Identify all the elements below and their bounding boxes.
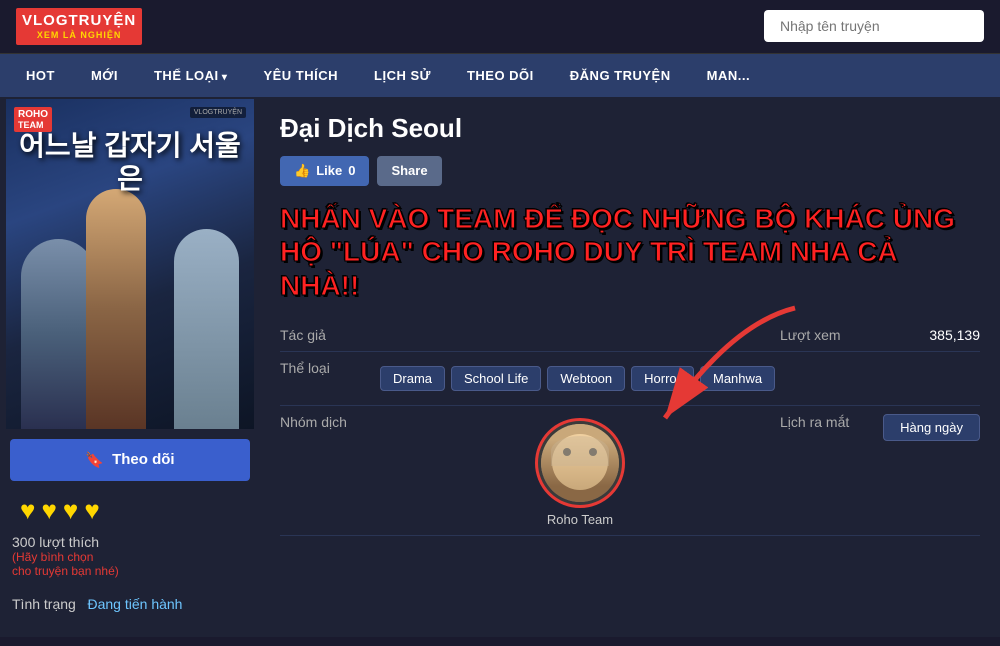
genre-label: Thể loại	[280, 360, 380, 376]
logo-top-text: VLOGTRUYỆN	[22, 12, 136, 30]
team-avatar-circle[interactable]	[535, 418, 625, 508]
likes-hint[interactable]: (Hãy bình chọn cho truyện bạn nhé)	[12, 550, 119, 578]
manga-cover: 어느날 갑자기 서울은 ROHO TEAM VLOGTRUYỆN	[6, 99, 254, 429]
cover-watermark: VLOGTRUYỆN	[190, 107, 246, 118]
team-name: Roho Team	[547, 512, 613, 527]
red-arrow-svg	[615, 298, 815, 438]
heart-2[interactable]: ♥	[41, 495, 56, 526]
sidebar: 어느날 갑자기 서울은 ROHO TEAM VLOGTRUYỆN 🔖 Theo …	[0, 97, 260, 637]
logo-area[interactable]: VLOGTRUYỆN XEM LÀ NGHIỆN	[16, 8, 142, 45]
nav-favorites[interactable]: YÊU THÍCH	[245, 54, 356, 97]
header: VLOGTRUYỆN XEM LÀ NGHIỆN	[0, 0, 1000, 54]
group-label: Nhóm dịch	[280, 414, 380, 430]
nav-history[interactable]: LỊCH SỬ	[356, 54, 449, 97]
thumbs-up-icon: 👍	[294, 163, 310, 179]
main-content: 어느날 갑자기 서울은 ROHO TEAM VLOGTRUYỆN 🔖 Theo …	[0, 97, 1000, 637]
logo-bottom-text: XEM LÀ NGHIỆN	[22, 30, 136, 41]
likes-info: 300 lượt thích (Hãy bình chọn cho truyện…	[12, 534, 119, 578]
nav-hot[interactable]: HOT	[8, 54, 73, 97]
cover-badge-top: ROHO	[18, 109, 48, 120]
genre-drama[interactable]: Drama	[380, 366, 445, 391]
like-label: Like	[316, 163, 342, 178]
hearts-row: ♥ ♥ ♥ ♥	[10, 495, 100, 526]
nav-follow[interactable]: THEO DÕI	[449, 54, 552, 97]
group-row: Nhóm dịch	[280, 406, 980, 536]
nav-new[interactable]: MỚI	[73, 54, 136, 97]
heart-3[interactable]: ♥	[63, 495, 78, 526]
follow-label: Theo dõi	[112, 451, 175, 468]
genre-school-life[interactable]: School Life	[451, 366, 541, 391]
manga-art: 어느날 갑자기 서울은	[6, 99, 254, 429]
team-section: Roho Team	[380, 418, 780, 527]
genre-webtoon[interactable]: Webtoon	[547, 366, 625, 391]
team-avatar-inner	[541, 424, 619, 502]
share-label: Share	[391, 163, 427, 178]
manga-title: Đại Dịch Seoul	[280, 113, 980, 144]
heart-4[interactable]: ♥	[84, 495, 99, 526]
cover-badge: ROHO TEAM	[14, 107, 52, 132]
manga-detail: Đại Dịch Seoul 👍 Like 0 Share NHẤN VÀO T…	[260, 97, 1000, 637]
heart-1[interactable]: ♥	[20, 495, 35, 526]
views-value: 385,139	[929, 327, 980, 343]
author-label: Tác giả	[280, 327, 380, 343]
nav-upload[interactable]: ĐĂNG TRUYỆN	[552, 54, 689, 97]
promo-text: NHẤN VÀO TEAM ĐỂ ĐỌC NHỮNG BỘ KHÁC ỦNG H…	[280, 202, 980, 303]
nav-more[interactable]: MAN...	[689, 54, 768, 97]
schedule-button[interactable]: Hàng ngày	[883, 414, 980, 441]
like-count: 0	[348, 163, 355, 178]
likes-count: 300 lượt thích	[12, 534, 119, 550]
main-nav: HOT MỚI THỂ LOẠI YÊU THÍCH LỊCH SỬ THEO …	[0, 54, 1000, 97]
bookmark-icon: 🔖	[85, 451, 104, 469]
site-logo[interactable]: VLOGTRUYỆN XEM LÀ NGHIỆN	[16, 8, 142, 45]
status-label: Tình trạng	[12, 596, 76, 612]
cover-badge-bottom: TEAM	[18, 120, 48, 130]
search-box[interactable]	[764, 10, 984, 42]
follow-button[interactable]: 🔖 Theo dõi	[10, 439, 250, 481]
nav-genre[interactable]: THỂ LOẠI	[136, 54, 245, 97]
like-button[interactable]: 👍 Like 0	[280, 156, 369, 186]
cover-title-text: 어느날 갑자기 서울은	[16, 129, 244, 196]
group-content: Roho Team	[380, 414, 780, 527]
share-button[interactable]: Share	[377, 156, 441, 186]
action-buttons: 👍 Like 0 Share	[280, 156, 980, 186]
status-row: Tình trạng Đang tiến hành	[12, 596, 182, 612]
status-value: Đang tiến hành	[88, 596, 183, 612]
search-input[interactable]	[764, 10, 984, 42]
